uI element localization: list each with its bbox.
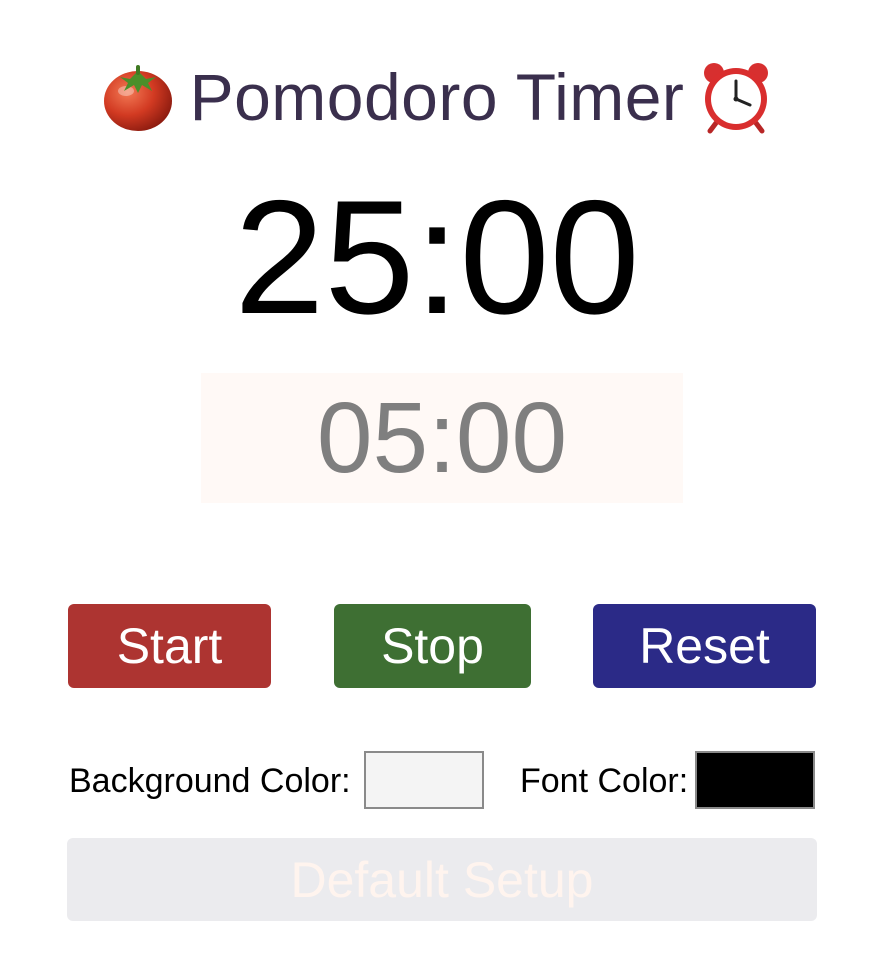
work-timer-display: 25:00 [234,167,640,348]
font-color-picker[interactable] [695,751,815,809]
font-color-label: Font Color: [520,762,689,800]
break-timer-display: 05:00 [316,382,568,494]
alarm-clock-icon [698,59,774,135]
background-color-label: Background Color: [69,762,351,800]
stop-button[interactable]: Stop [334,604,531,688]
default-setup-button[interactable]: Default Setup [67,838,817,921]
title-text: Pomodoro Timer [189,60,685,134]
start-button[interactable]: Start [68,604,271,688]
page-title: Pomodoro Timer [0,52,874,142]
tomato-icon [100,59,176,135]
background-color-picker[interactable] [364,751,484,809]
reset-button[interactable]: Reset [593,604,816,688]
